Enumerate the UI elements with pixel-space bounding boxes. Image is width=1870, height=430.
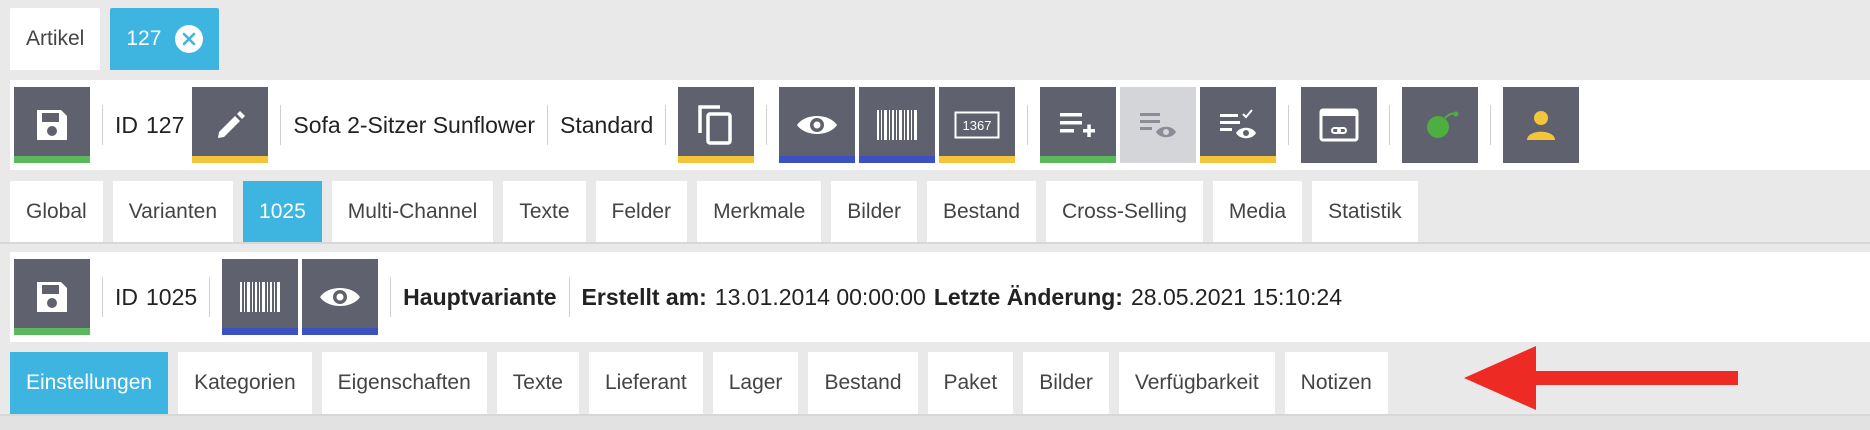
tab-notizen[interactable]: Notizen <box>1284 352 1388 414</box>
svg-text:1367: 1367 <box>963 118 992 133</box>
doc-tab-label: 127 <box>126 27 162 50</box>
variant-id-label: ID <box>115 283 138 310</box>
created-value: 13.01.2014 00:00:00 <box>714 283 926 310</box>
floppy-disk-icon <box>37 110 67 140</box>
variant-id-value: 1025 <box>146 283 198 310</box>
barcode-icon <box>240 282 281 312</box>
tab-varianten[interactable]: Varianten <box>112 181 234 242</box>
modified-value: 28.05.2021 15:10:24 <box>1130 283 1343 310</box>
doc-tab-label: Artikel <box>26 27 85 50</box>
window-link-icon <box>1319 108 1359 142</box>
modified-label: Letzte Änderung: <box>933 283 1123 310</box>
window-link-button[interactable] <box>1301 87 1378 163</box>
tab-eigenschaften[interactable]: Eigenschaften <box>321 352 487 414</box>
tab-variant-bestand[interactable]: Bestand <box>808 352 918 414</box>
close-circle-icon[interactable] <box>175 25 204 53</box>
document-tabs: Artikel 127 <box>10 8 220 70</box>
tab-variant-bilder[interactable]: Bilder <box>1023 352 1109 414</box>
copy-button[interactable] <box>678 87 755 163</box>
pencil-icon <box>218 111 246 138</box>
add-to-list-button[interactable] <box>1040 87 1117 163</box>
eye-icon <box>797 116 838 134</box>
list-preview-icon <box>1140 113 1177 138</box>
list-check-preview-icon <box>1220 109 1257 139</box>
tab-statistik[interactable]: Statistik <box>1312 181 1418 242</box>
edit-button[interactable] <box>192 87 269 163</box>
save-button[interactable] <box>14 87 90 163</box>
tab-bestand[interactable]: Bestand <box>926 181 1037 242</box>
article-name: Sofa 2-Sitzer Sunflower <box>293 111 535 138</box>
user-icon <box>1527 111 1556 140</box>
doc-tab-127[interactable]: 127 <box>110 8 220 70</box>
list-add-icon <box>1060 113 1096 137</box>
copy-icon <box>698 105 733 145</box>
tab-multi-channel[interactable]: Multi-Channel <box>331 181 494 242</box>
id-value: 127 <box>146 111 185 138</box>
tab-variant-1025[interactable]: 1025 <box>243 181 322 242</box>
tab-paket[interactable]: Paket <box>927 352 1014 414</box>
preview-button[interactable] <box>779 87 856 163</box>
tab-cross-selling[interactable]: Cross-Selling <box>1046 181 1203 242</box>
tab-bilder[interactable]: Bilder <box>831 181 917 242</box>
article-tabs: Global Varianten 1025 Multi-Channel Text… <box>0 181 1870 244</box>
floppy-disk-icon <box>37 282 67 312</box>
barcode-number-icon: 1367 <box>954 111 1000 139</box>
green-blob-icon <box>1427 111 1459 138</box>
doc-tab-artikel[interactable]: Artikel <box>10 8 101 70</box>
bottom-strip <box>0 416 1870 430</box>
variant-type: Hauptvariante <box>403 283 557 310</box>
tab-kategorien[interactable]: Kategorien <box>178 352 312 414</box>
id-label: ID <box>115 111 138 138</box>
variant-barcode-button[interactable] <box>222 259 299 335</box>
list-preview-button[interactable] <box>1120 87 1197 163</box>
variant-preview-button[interactable] <box>302 259 379 335</box>
tab-variant-texte[interactable]: Texte <box>496 352 579 414</box>
tab-merkmale[interactable]: Merkmale <box>697 181 822 242</box>
user-button[interactable] <box>1503 87 1580 163</box>
plugin-button[interactable] <box>1402 87 1479 163</box>
article-toolbar: ID 127 Sofa 2-Sitzer Sunflower Standard <box>10 80 1870 170</box>
annotation-arrow-icon <box>1464 346 1738 410</box>
barcode-button[interactable] <box>859 87 936 163</box>
tab-verfuegbarkeit[interactable]: Verfügbarkeit <box>1118 352 1275 414</box>
tab-lieferant[interactable]: Lieferant <box>588 352 703 414</box>
tab-media[interactable]: Media <box>1212 181 1303 242</box>
barcode-icon <box>877 110 918 140</box>
tab-felder[interactable]: Felder <box>595 181 688 242</box>
barcode-number-button[interactable]: 1367 <box>939 87 1016 163</box>
list-check-preview-button[interactable] <box>1200 87 1277 163</box>
tab-global[interactable]: Global <box>10 181 103 242</box>
eye-icon <box>320 288 361 306</box>
variant-toolbar: ID 1025 Hauptvariante Erstellt am: 13.01… <box>10 252 1870 342</box>
tab-einstellungen[interactable]: Einstellungen <box>10 352 169 414</box>
created-label: Erstellt am: <box>581 283 707 310</box>
variant-save-button[interactable] <box>14 259 90 335</box>
tab-lager[interactable]: Lager <box>712 352 799 414</box>
article-type: Standard <box>560 111 654 138</box>
tab-texte[interactable]: Texte <box>503 181 586 242</box>
